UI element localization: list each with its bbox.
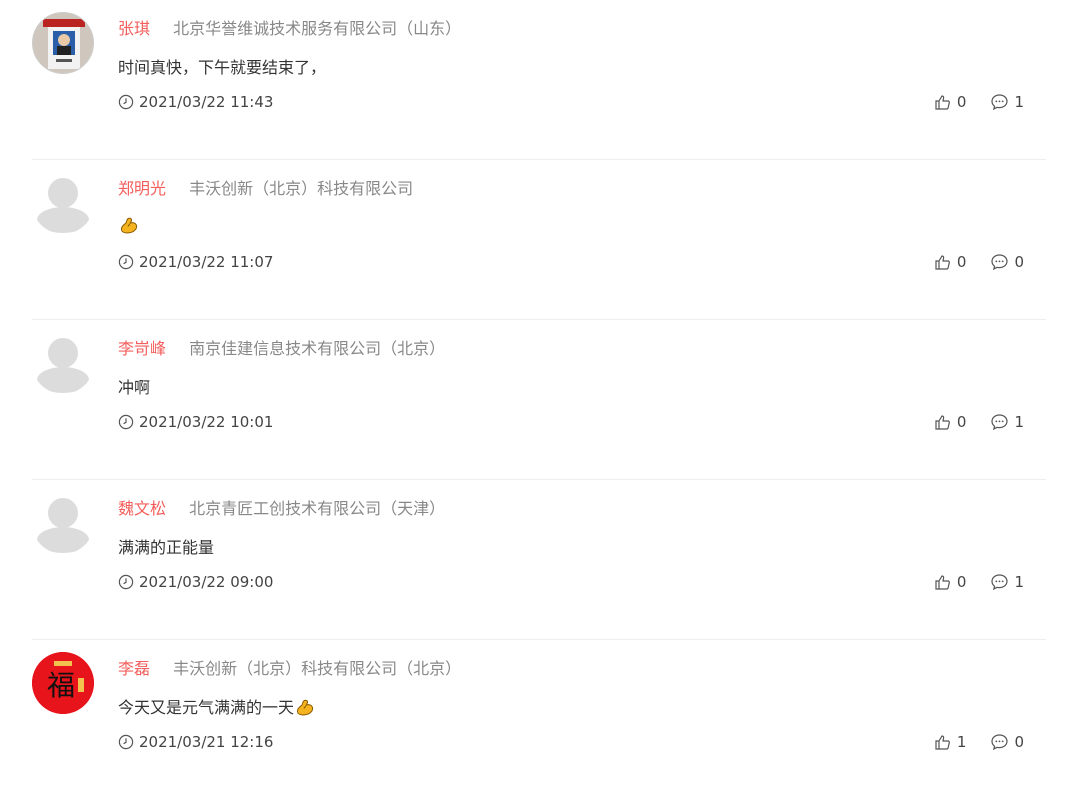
author-name[interactable]: 张琪 (118, 19, 150, 38)
comment-item: 魏文松 北京青匠工创技术有限公司（天津） 满满的正能量 2021/03/22 0… (32, 480, 1046, 640)
comment-text (118, 216, 139, 236)
like-count: 1 (956, 733, 967, 751)
comment-text: 时间真快，下午就要结束了， (118, 58, 327, 77)
comment-time: 2021/03/22 11:07 (118, 251, 273, 273)
author-name[interactable]: 李磊 (118, 659, 150, 678)
reply-count: 1 (1014, 573, 1024, 591)
reply-count: 0 (1014, 253, 1024, 271)
like-count: 0 (956, 253, 967, 271)
like-count: 0 (956, 93, 967, 111)
clock-icon (118, 574, 134, 590)
svg-text:福: 福 (47, 669, 75, 702)
like-button[interactable]: 0 (934, 91, 967, 113)
thumbs-up-icon (935, 415, 950, 430)
thumbs-up-icon (935, 575, 950, 590)
reply-button[interactable]: 1 (990, 571, 1024, 593)
reply-button[interactable]: 1 (990, 91, 1024, 113)
author-company: 丰沃创新（北京）科技有限公司（北京） (173, 659, 462, 678)
like-button[interactable]: 0 (934, 251, 967, 273)
reply-count: 1 (1014, 93, 1024, 111)
author-company: 北京青匠工创技术有限公司（天津） (189, 499, 446, 518)
avatar[interactable] (32, 172, 94, 234)
thumbs-up-icon (935, 255, 950, 270)
reply-button[interactable]: 0 (990, 251, 1024, 273)
avatar[interactable]: 福 (32, 652, 94, 714)
like-count: 0 (956, 573, 967, 591)
author-name[interactable]: 李岢峰 (118, 339, 166, 358)
clock-icon (118, 254, 134, 270)
comment-time: 2021/03/22 09:00 (118, 571, 273, 593)
reply-count: 0 (1014, 733, 1024, 751)
clock-icon (118, 94, 134, 110)
comment-text: 今天又是元气满满的一天 (118, 696, 315, 720)
comment-time: 2021/03/22 10:01 (118, 411, 273, 433)
comment-item: 福 李磊 丰沃创新（北京）科技有限公司（北京） 今天又是元气满满的一天 2021… (32, 640, 1046, 800)
author-name[interactable]: 魏文松 (118, 499, 166, 518)
comment-time: 2021/03/21 12:16 (118, 731, 273, 753)
reply-button[interactable]: 1 (990, 411, 1024, 433)
reply-count: 1 (1014, 413, 1024, 431)
avatar[interactable] (32, 492, 94, 554)
comment-icon (991, 414, 1009, 431)
comment-icon (991, 734, 1009, 751)
author-name[interactable]: 郑明光 (118, 179, 166, 198)
reply-button[interactable]: 0 (990, 731, 1024, 753)
author-company: 南京佳建信息技术有限公司（北京） (189, 339, 446, 358)
clock-icon (118, 414, 134, 430)
comment-text: 冲啊 (118, 378, 151, 397)
comment-item: 郑明光 丰沃创新（北京）科技有限公司 2021/03/22 11:07 0 0 (32, 160, 1046, 320)
comment-time: 2021/03/22 11:43 (118, 91, 273, 113)
thumbs-up-icon (935, 735, 950, 750)
like-count: 0 (956, 413, 967, 431)
comment-item: 李岢峰 南京佳建信息技术有限公司（北京） 冲啊 2021/03/22 10:01… (32, 320, 1046, 480)
like-button[interactable]: 0 (934, 571, 967, 593)
comment-list: 张琪 北京华誉维诚技术服务有限公司（山东） 时间真快，下午就要结束了， 2021… (32, 0, 1046, 800)
avatar[interactable] (32, 332, 94, 394)
avatar[interactable] (32, 12, 94, 74)
comment-icon (991, 94, 1009, 111)
clock-icon (118, 734, 134, 750)
author-company: 丰沃创新（北京）科技有限公司 (189, 179, 414, 198)
comment-item: 张琪 北京华誉维诚技术服务有限公司（山东） 时间真快，下午就要结束了， 2021… (32, 0, 1046, 160)
comment-icon (991, 254, 1009, 271)
author-company: 北京华誉维诚技术服务有限公司（山东） (173, 19, 462, 38)
like-button[interactable]: 1 (934, 731, 967, 753)
flexed-biceps-emoji (296, 699, 314, 716)
comment-icon (991, 574, 1009, 591)
comment-text: 满满的正能量 (118, 538, 215, 557)
flexed-biceps-emoji (120, 217, 138, 234)
like-button[interactable]: 0 (934, 411, 967, 433)
thumbs-up-icon (935, 95, 950, 110)
